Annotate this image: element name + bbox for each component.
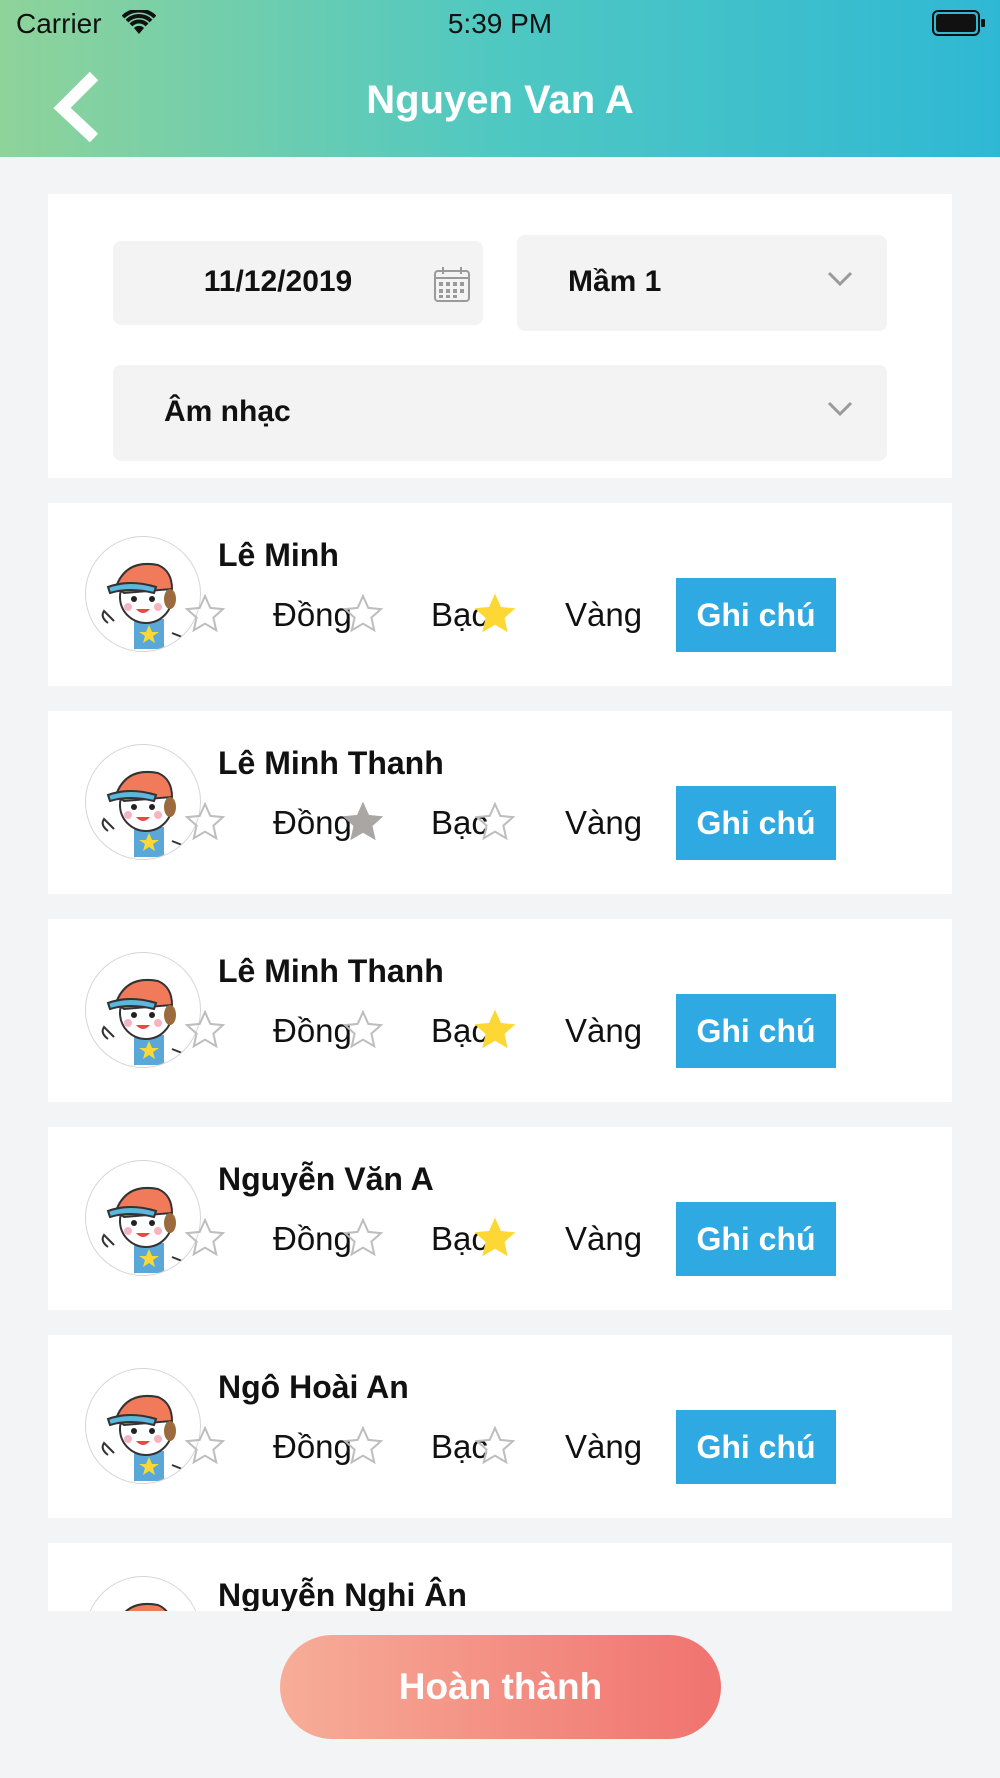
chevron-down-icon (827, 401, 853, 417)
star-icon[interactable] (475, 802, 515, 842)
complete-button[interactable]: Hoàn thành (280, 1635, 721, 1739)
subject-value: Âm nhạc (164, 395, 291, 428)
student-row: Nguyễn Văn A Đồng Bạc Vàng Ghi chú (48, 1127, 952, 1310)
student-name: Lê Minh Thanh (218, 745, 444, 781)
rating-label: Vàng (565, 596, 643, 633)
star-icon[interactable] (475, 1218, 515, 1258)
class-dropdown[interactable]: Mầm 1 (517, 235, 887, 331)
header-bar: Carrier 5:39 PM Nguyen Van A (0, 0, 1000, 157)
student-name: Lê Minh Thanh (218, 953, 444, 989)
star-icon[interactable] (343, 1010, 383, 1050)
student-avatar (85, 1576, 201, 1611)
star-icon[interactable] (185, 1426, 225, 1466)
student-avatar (85, 952, 201, 1068)
battery-icon (932, 10, 985, 36)
star-icon[interactable] (343, 1218, 383, 1258)
rating-label: Đồng (273, 804, 352, 841)
student-row: Lê Minh Đồng Bạc Vàng Ghi chú (48, 503, 952, 686)
student-name: Ngô Hoài An (218, 1369, 409, 1405)
student-row: Lê Minh Thanh Đồng Bạc Vàng Ghi chú (48, 711, 952, 894)
star-icon[interactable] (343, 594, 383, 634)
student-name: Lê Minh (218, 537, 339, 573)
rating-label: Đồng (273, 1428, 352, 1465)
student-avatar (85, 1368, 201, 1484)
rating-label: Đồng (273, 596, 352, 633)
student-list[interactable]: Lê Minh Đồng Bạc Vàng Ghi chú Lê Minh Thanh Đồ… (48, 503, 952, 1611)
note-button[interactable]: Ghi chú (676, 1202, 836, 1276)
star-icon[interactable] (185, 1010, 225, 1050)
rating-label: Vàng (565, 804, 643, 841)
star-icon[interactable] (185, 1218, 225, 1258)
student-name: Nguyễn Văn A (218, 1161, 434, 1197)
student-avatar (85, 744, 201, 860)
date-value: 11/12/2019 (203, 265, 353, 298)
star-icon[interactable] (475, 1426, 515, 1466)
star-icon[interactable] (343, 1426, 383, 1466)
star-icon[interactable] (185, 802, 225, 842)
filter-panel: 11/12/2019 Mầm 1 Âm nhạc (48, 194, 952, 478)
rating-label: Vàng (565, 1012, 643, 1049)
page-title: Nguyen Van A (366, 78, 634, 122)
note-button[interactable]: Ghi chú (676, 578, 836, 652)
rating-label: Vàng (565, 1428, 643, 1465)
note-button[interactable]: Ghi chú (676, 1410, 836, 1484)
note-button[interactable]: Ghi chú (676, 786, 836, 860)
rating-label: Vàng (565, 1220, 643, 1257)
student-avatar (85, 1160, 201, 1276)
student-name: Nguyễn Nghi Ân (218, 1577, 467, 1611)
student-avatar (85, 536, 201, 652)
star-icon[interactable] (475, 594, 515, 634)
note-button[interactable]: Ghi chú (676, 994, 836, 1068)
class-value: Mầm 1 (568, 265, 662, 298)
calendar-icon[interactable] (433, 265, 471, 303)
student-row: Lê Minh Thanh Đồng Bạc Vàng Ghi chú (48, 919, 952, 1102)
student-row: Ngô Hoài An Đồng Bạc Vàng Ghi chú (48, 1335, 952, 1518)
star-icon[interactable] (185, 594, 225, 634)
subject-dropdown[interactable]: Âm nhạc (113, 365, 887, 461)
student-row: Nguyễn Nghi ÂnĐồngBạcVàngGhi chú (48, 1543, 952, 1611)
date-picker[interactable]: 11/12/2019 (113, 241, 483, 325)
rating-label: Đồng (273, 1220, 352, 1257)
star-icon[interactable] (343, 802, 383, 842)
clock: 5:39 PM (447, 8, 553, 39)
star-icon[interactable] (475, 1010, 515, 1050)
chevron-down-icon (827, 271, 853, 287)
rating-label: Đồng (273, 1012, 352, 1049)
